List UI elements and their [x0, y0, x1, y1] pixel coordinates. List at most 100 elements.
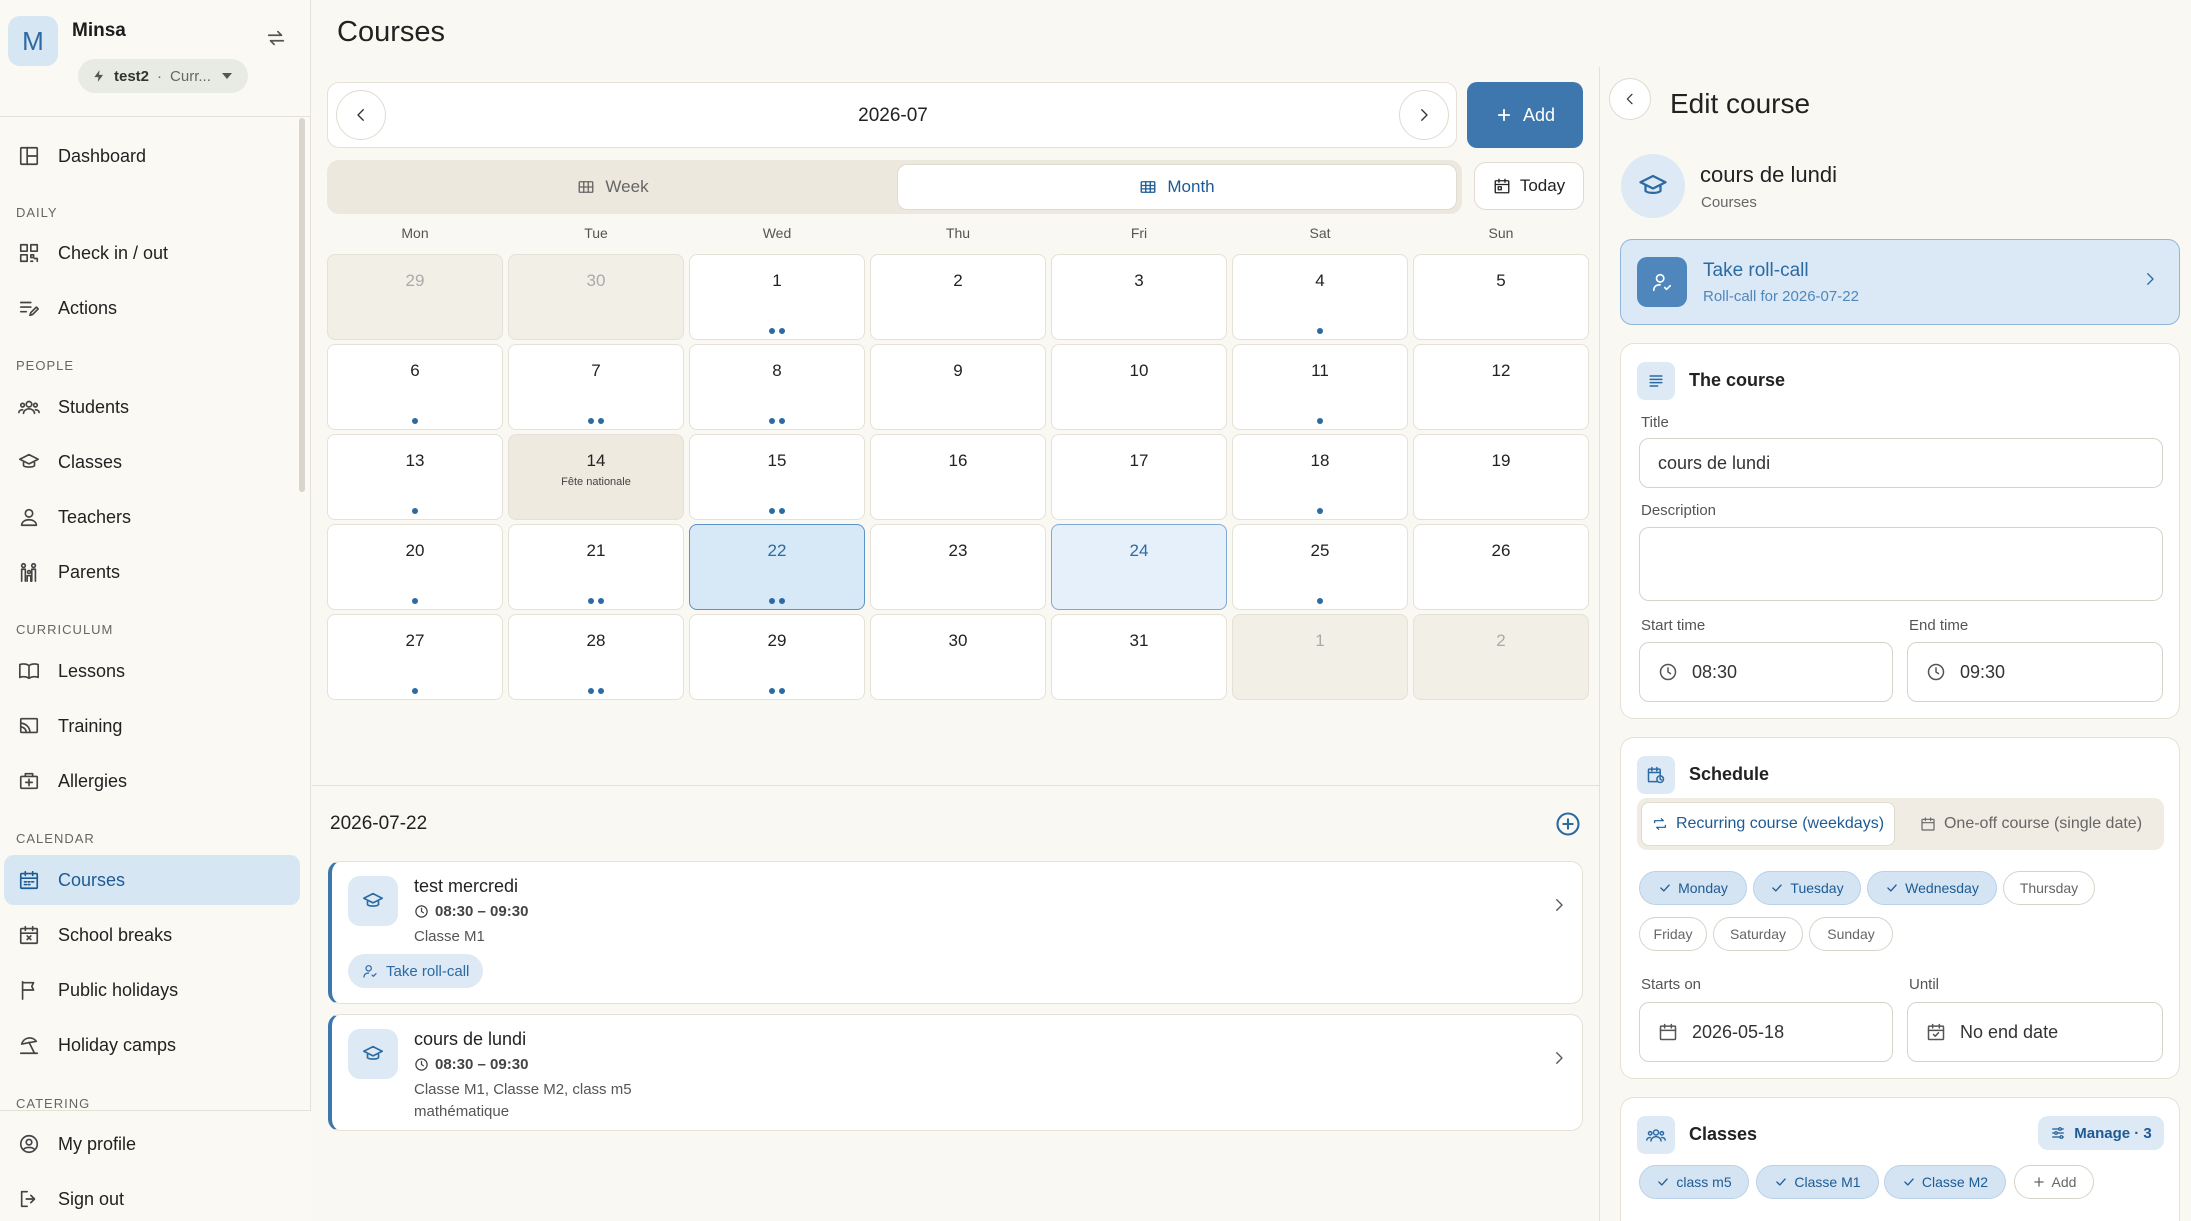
- event-dot: [598, 598, 604, 604]
- nav-item-parents[interactable]: Parents: [4, 547, 300, 597]
- nav-item-actions[interactable]: Actions: [4, 283, 300, 333]
- weekday-chip[interactable]: Thursday: [2003, 871, 2095, 905]
- calendar-day[interactable]: 15: [689, 434, 865, 520]
- day-number: 24: [1129, 541, 1149, 560]
- tab-label: Week: [605, 177, 649, 196]
- calendar-day[interactable]: 5: [1413, 254, 1589, 340]
- event-dots: [690, 508, 864, 514]
- event-dots: [328, 508, 502, 514]
- take-roll-call-button[interactable]: Take roll-call Roll-call for 2026-07-22: [1620, 239, 2180, 325]
- calendar-day[interactable]: 13: [327, 434, 503, 520]
- class-chip[interactable]: Classe M2: [1884, 1165, 2006, 1199]
- nav-item-dashboard[interactable]: Dashboard: [4, 131, 300, 181]
- take-roll-call-chip[interactable]: Take roll-call: [348, 954, 484, 988]
- calendar-day[interactable]: 29: [327, 254, 503, 340]
- event-card[interactable]: test mercredi 08:30 – 09:30 Classe M1 Ta…: [328, 861, 1583, 1004]
- tab-recurring[interactable]: Recurring course (weekdays): [1641, 802, 1895, 846]
- add-course-for-day-button[interactable]: [1554, 810, 1582, 838]
- calendar-day[interactable]: 30: [508, 254, 684, 340]
- start-time-input[interactable]: 08:30: [1639, 642, 1893, 702]
- nav-item-holiday-camps[interactable]: Holiday camps: [4, 1020, 300, 1070]
- weekday-label: Thu: [945, 225, 971, 241]
- calendar-day[interactable]: 8: [689, 344, 865, 430]
- weekday-chip[interactable]: Tuesday: [1753, 871, 1861, 905]
- manage-classes-button[interactable]: Manage · 3: [2038, 1116, 2164, 1150]
- weekday-chip[interactable]: Friday: [1639, 917, 1707, 951]
- calendar-day[interactable]: 18: [1232, 434, 1408, 520]
- description-input[interactable]: [1639, 527, 2163, 601]
- calendar-day[interactable]: 10: [1051, 344, 1227, 430]
- calendar-day[interactable]: 20: [327, 524, 503, 610]
- nav-item-my-profile[interactable]: My profile: [4, 1119, 300, 1169]
- nav-item-allergies[interactable]: Allergies: [4, 756, 300, 806]
- nav-item-courses[interactable]: Courses: [4, 855, 300, 905]
- switch-account-button[interactable]: [262, 24, 290, 52]
- calendar-day[interactable]: 11: [1232, 344, 1408, 430]
- add-circle-icon: [1556, 812, 1580, 836]
- end-time-input[interactable]: 09:30: [1907, 642, 2163, 702]
- today-button[interactable]: Today: [1474, 162, 1584, 210]
- calendar-day[interactable]: 6: [327, 344, 503, 430]
- account-circle-icon: [19, 1134, 39, 1154]
- add-class-chip[interactable]: Add: [2014, 1165, 2094, 1199]
- nav-item-sign-out[interactable]: Sign out: [4, 1174, 300, 1221]
- calendar-day[interactable]: 22: [689, 524, 865, 610]
- calendar-day[interactable]: 29: [689, 614, 865, 700]
- calendar-day[interactable]: 28: [508, 614, 684, 700]
- calendar-day[interactable]: 21: [508, 524, 684, 610]
- next-month-button[interactable]: [1399, 90, 1449, 140]
- nav-item-lessons[interactable]: Lessons: [4, 646, 300, 696]
- calendar-day[interactable]: 27: [327, 614, 503, 700]
- day-number: 8: [772, 361, 782, 380]
- calendar-day[interactable]: 3: [1051, 254, 1227, 340]
- calendar-day[interactable]: 16: [870, 434, 1046, 520]
- until-input[interactable]: No end date: [1907, 1002, 2163, 1062]
- calendar-day[interactable]: 2: [870, 254, 1046, 340]
- tenant-selector[interactable]: test2 · Curr...: [78, 59, 248, 93]
- avatar[interactable]: M: [8, 16, 58, 66]
- tab-one-off[interactable]: One-off course (single date): [1901, 802, 2161, 846]
- calendar-day[interactable]: 1: [689, 254, 865, 340]
- calendar-day[interactable]: 26: [1413, 524, 1589, 610]
- add-course-button[interactable]: Add: [1467, 82, 1583, 148]
- calendar-day[interactable]: 25: [1232, 524, 1408, 610]
- calendar-day[interactable]: 14 Fête nationale: [508, 434, 684, 520]
- open-event-chevron[interactable]: [1550, 1049, 1568, 1067]
- weekday-chip[interactable]: Monday: [1639, 871, 1747, 905]
- title-input[interactable]: cours de lundi: [1639, 438, 2163, 488]
- weekday-chip[interactable]: Wednesday: [1867, 871, 1997, 905]
- nav-item-students[interactable]: Students: [4, 382, 300, 432]
- day-number: 5: [1496, 271, 1506, 290]
- calendar-day[interactable]: 1: [1232, 614, 1408, 700]
- tab-month[interactable]: Month: [897, 164, 1457, 210]
- calendar-day[interactable]: 2: [1413, 614, 1589, 700]
- open-event-chevron[interactable]: [1550, 896, 1568, 914]
- calendar-day[interactable]: 30: [870, 614, 1046, 700]
- nav-item-classes[interactable]: Classes: [4, 437, 300, 487]
- weekday-chip[interactable]: Sunday: [1809, 917, 1893, 951]
- nav-item-training[interactable]: Training: [4, 701, 300, 751]
- sidebar-scrollbar[interactable]: [299, 118, 305, 492]
- nav-item-public-holidays[interactable]: Public holidays: [4, 965, 300, 1015]
- calendar-day[interactable]: 7: [508, 344, 684, 430]
- calendar-day[interactable]: 17: [1051, 434, 1227, 520]
- nav-item-check-in-out[interactable]: Check in / out: [4, 228, 300, 278]
- class-chip[interactable]: Classe M1: [1756, 1165, 1879, 1199]
- calendar-day[interactable]: 9: [870, 344, 1046, 430]
- event-card[interactable]: cours de lundi 08:30 – 09:30 Classe M1, …: [328, 1014, 1583, 1131]
- close-panel-button[interactable]: [1609, 78, 1651, 120]
- class-chip[interactable]: class m5: [1639, 1165, 1749, 1199]
- tab-week[interactable]: Week: [333, 164, 893, 210]
- nav-label: Courses: [58, 869, 126, 890]
- calendar-day[interactable]: 23: [870, 524, 1046, 610]
- calendar-day[interactable]: 4: [1232, 254, 1408, 340]
- calendar-day[interactable]: 31: [1051, 614, 1227, 700]
- starts-on-input[interactable]: 2026-05-18: [1639, 1002, 1893, 1062]
- calendar-day[interactable]: 24: [1051, 524, 1227, 610]
- nav-item-teachers[interactable]: Teachers: [4, 492, 300, 542]
- calendar-day[interactable]: 19: [1413, 434, 1589, 520]
- calendar-day[interactable]: 12: [1413, 344, 1589, 430]
- day-number: 13: [405, 451, 425, 470]
- weekday-chip[interactable]: Saturday: [1713, 917, 1803, 951]
- nav-item-school-breaks[interactable]: School breaks: [4, 910, 300, 960]
